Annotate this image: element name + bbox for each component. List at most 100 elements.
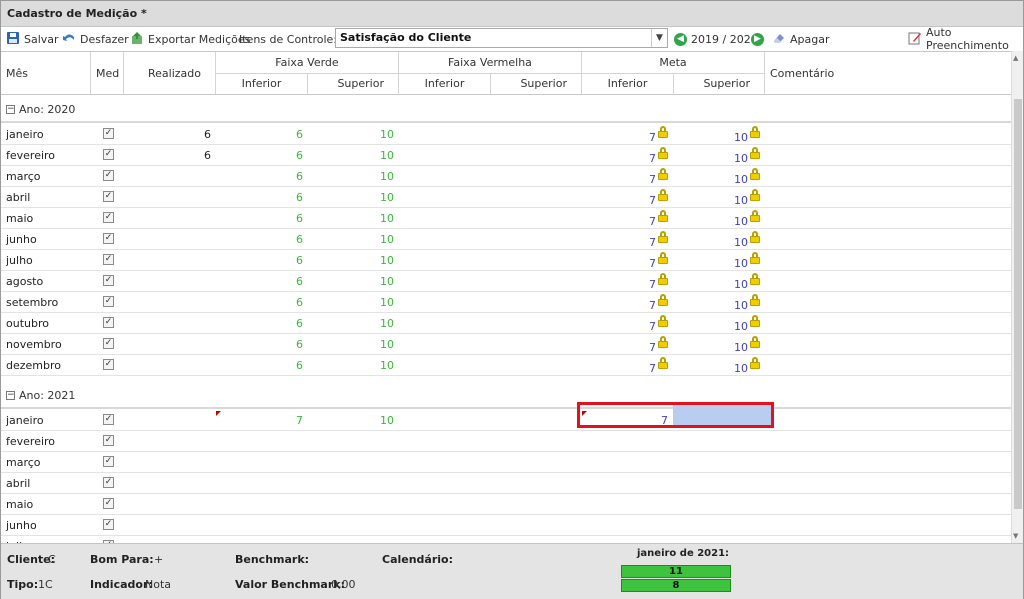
med-checkbox[interactable]: ✓	[103, 191, 114, 202]
table-row[interactable]: outubro ✓ 6 10 7 10	[1, 313, 1011, 334]
verde-inferior-cell[interactable]: 6	[296, 338, 303, 351]
table-row[interactable]: fevereiro ✓	[1, 431, 1011, 452]
verde-inferior-cell[interactable]: 6	[296, 254, 303, 267]
meta-superior-cell[interactable]: 10	[734, 236, 748, 249]
next-year-button[interactable]: ▶	[751, 28, 764, 50]
meta-superior-cell[interactable]: 10	[734, 173, 748, 186]
med-checkbox[interactable]: ✓	[103, 317, 114, 328]
verde-inferior-cell[interactable]: 6	[296, 191, 303, 204]
verde-inferior-cell[interactable]: 6	[296, 170, 303, 183]
table-row[interactable]: janeiro✓710710	[1, 410, 1011, 431]
table-row[interactable]: março ✓	[1, 452, 1011, 473]
meta-superior-cell[interactable]: 10	[734, 278, 748, 291]
verde-inferior-cell[interactable]: 6	[296, 149, 303, 162]
meta-inferior-cell[interactable]: 7	[649, 278, 656, 291]
table-row[interactable]: julho✓	[1, 536, 1011, 543]
meta-superior-cell[interactable]: 10	[734, 320, 748, 333]
med-checkbox[interactable]: ✓	[103, 254, 114, 265]
meta-superior-cell[interactable]: 10	[734, 194, 748, 207]
group-header-0[interactable]: − Ano: 2020	[1, 98, 1011, 123]
verde-inferior-cell[interactable]: 6	[296, 233, 303, 246]
realizado-cell[interactable]: 6	[204, 128, 211, 141]
collapse-icon[interactable]: −	[6, 391, 15, 400]
meta-inferior-cell[interactable]: 7	[649, 299, 656, 312]
med-checkbox[interactable]: ✓	[103, 338, 114, 349]
med-checkbox[interactable]: ✓	[103, 435, 114, 446]
table-row[interactable]: agosto ✓ 6 10 7 10	[1, 271, 1011, 292]
meta-superior-cell[interactable]: 10	[734, 299, 748, 312]
verde-inferior-cell[interactable]: 6	[296, 296, 303, 309]
table-row[interactable]: fevereiro ✓ 6 6 10 7 10	[1, 145, 1011, 166]
meta-inferior-cell[interactable]: 7	[649, 236, 656, 249]
meta-inferior-cell[interactable]: 7	[649, 341, 656, 354]
med-checkbox[interactable]: ✓	[103, 296, 114, 307]
meta-inferior-cell[interactable]: 7	[649, 257, 656, 270]
table-row[interactable]: setembro ✓ 6 10 7 10	[1, 292, 1011, 313]
verde-superior-cell[interactable]: 10	[380, 128, 394, 141]
table-row[interactable]: julho ✓ 6 10 7 10	[1, 250, 1011, 271]
table-row[interactable]: novembro ✓ 6 10 7 10	[1, 334, 1011, 355]
meta-superior-cell[interactable]: 10	[734, 341, 748, 354]
table-row[interactable]: dezembro ✓ 6 10 7 10	[1, 355, 1011, 376]
table-row[interactable]: maio ✓	[1, 494, 1011, 515]
verde-superior-cell[interactable]: 10	[380, 149, 394, 162]
table-row[interactable]: abril ✓	[1, 473, 1011, 494]
meta-superior-cell[interactable]: 10	[734, 362, 748, 375]
export-measurements-button[interactable]: Exportar Medições	[130, 28, 250, 50]
meta-inferior-cell[interactable]: 7	[661, 414, 668, 427]
verde-superior-cell[interactable]: 10	[380, 233, 394, 246]
undo-button[interactable]: Desfazer	[62, 28, 129, 50]
scroll-up-icon[interactable]: ▲	[1013, 54, 1018, 62]
col-header-verde-inferior[interactable]: Inferior	[216, 74, 308, 95]
collapse-icon[interactable]: −	[6, 105, 15, 114]
table-row[interactable]: maio ✓ 6 10 7 10	[1, 208, 1011, 229]
col-header-realizado[interactable]: Realizado	[124, 52, 216, 95]
med-checkbox[interactable]: ✓	[103, 212, 114, 223]
verde-inferior-cell[interactable]: 6	[296, 317, 303, 330]
verde-superior-cell[interactable]: 10	[380, 212, 394, 225]
verde-superior-cell[interactable]: 10	[380, 254, 394, 267]
meta-inferior-cell[interactable]: 7	[649, 131, 656, 144]
verde-superior-cell[interactable]: 10	[380, 296, 394, 309]
col-header-meta-superior[interactable]: Superior	[674, 74, 765, 95]
med-checkbox[interactable]: ✓	[103, 128, 114, 139]
col-header-vermelha-superior[interactable]: Superior	[491, 74, 582, 95]
table-row[interactable]: abril ✓ 6 10 7 10	[1, 187, 1011, 208]
table-row[interactable]: janeiro ✓ 6 6 10 7 10	[1, 124, 1011, 145]
verde-superior-cell[interactable]: 10	[380, 414, 394, 427]
med-checkbox[interactable]: ✓	[103, 170, 114, 181]
items-of-control-select[interactable]: Satisfação do Cliente ▼	[335, 28, 668, 48]
col-header-verde-superior[interactable]: Superior	[308, 74, 399, 95]
meta-inferior-cell[interactable]: 7	[649, 194, 656, 207]
meta-superior-cell[interactable]: 10	[734, 152, 748, 165]
verde-inferior-cell[interactable]: 7	[296, 414, 303, 427]
meta-inferior-cell[interactable]: 7	[649, 215, 656, 228]
chevron-down-icon[interactable]: ▼	[651, 29, 667, 47]
verde-inferior-cell[interactable]: 6	[296, 275, 303, 288]
meta-inferior-cell[interactable]: 7	[649, 152, 656, 165]
med-checkbox[interactable]: ✓	[103, 498, 114, 509]
vertical-scrollbar[interactable]: ▲ ▼	[1011, 51, 1023, 543]
realizado-cell[interactable]: 6	[204, 149, 211, 162]
meta-superior-cell[interactable]: 10	[734, 131, 748, 144]
meta-inferior-cell[interactable]: 7	[649, 173, 656, 186]
verde-inferior-cell[interactable]: 6	[296, 359, 303, 372]
meta-inferior-cell[interactable]: 7	[649, 362, 656, 375]
med-checkbox[interactable]: ✓	[103, 477, 114, 488]
previous-year-button[interactable]: ◀	[674, 28, 687, 50]
scrollbar-thumb[interactable]	[1014, 99, 1022, 509]
col-header-comentario[interactable]: Comentário	[765, 52, 1011, 95]
verde-superior-cell[interactable]: 10	[380, 170, 394, 183]
col-header-mes[interactable]: Mês	[1, 52, 91, 95]
verde-inferior-cell[interactable]: 6	[296, 212, 303, 225]
med-checkbox[interactable]: ✓	[103, 414, 114, 425]
verde-superior-cell[interactable]: 10	[380, 338, 394, 351]
table-row[interactable]: junho ✓ 6 10 7 10	[1, 229, 1011, 250]
meta-inferior-cell[interactable]: 7	[649, 320, 656, 333]
verde-inferior-cell[interactable]: 6	[296, 128, 303, 141]
med-checkbox[interactable]: ✓	[103, 233, 114, 244]
delete-button[interactable]: Apagar	[772, 28, 830, 50]
med-checkbox[interactable]: ✓	[103, 519, 114, 530]
auto-fill-button[interactable]: Auto Preenchimento	[908, 26, 1023, 52]
med-checkbox[interactable]: ✓	[103, 359, 114, 370]
